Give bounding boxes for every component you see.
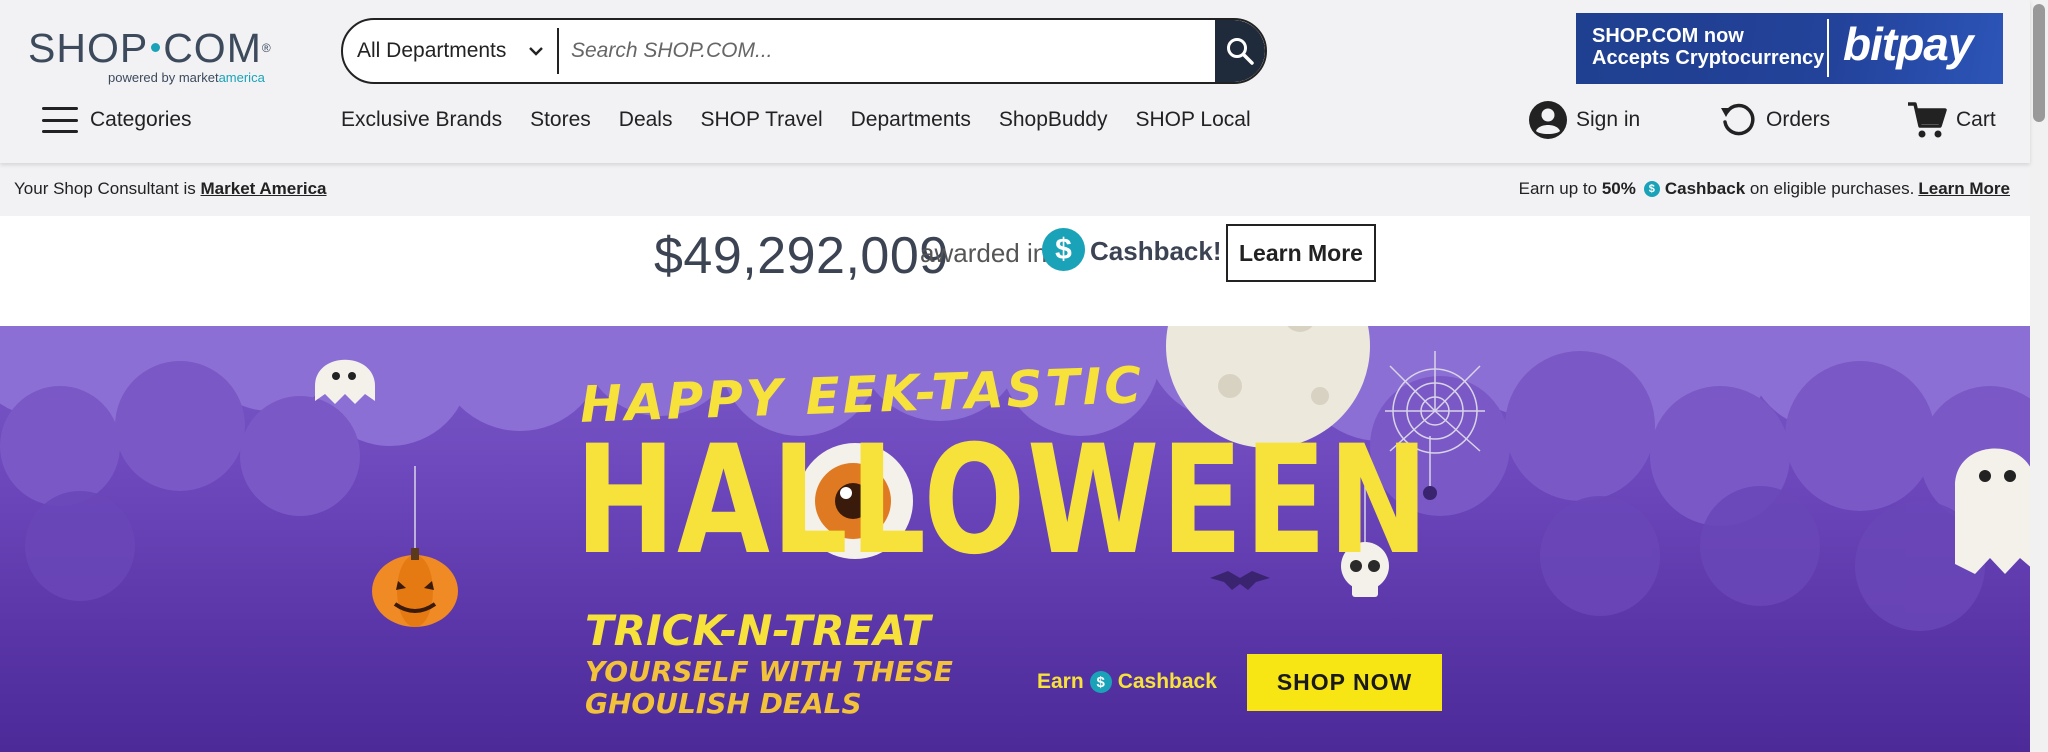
cashback-awarded-amount: $49,292,009 bbox=[654, 227, 949, 285]
cashback-dollar-icon: $ bbox=[1042, 228, 1085, 271]
chevron-down-icon bbox=[529, 47, 543, 56]
nav-link-exclusive-brands[interactable]: Exclusive Brands bbox=[341, 108, 502, 132]
banner-subtitle-line-1: YOURSELF WITH THESE bbox=[585, 655, 953, 688]
ad-separator bbox=[1827, 19, 1829, 77]
nav-link-shop-travel[interactable]: SHOP Travel bbox=[700, 108, 822, 132]
consultant-info-bar: Your Shop Consultant is Market America E… bbox=[0, 163, 2030, 216]
ad-line-2: Accepts Cryptocurrency bbox=[1592, 47, 1825, 69]
banner-subtitle-line-2: GHOULISH DEALS bbox=[585, 687, 862, 720]
learn-more-button[interactable]: Learn More bbox=[1226, 224, 1376, 282]
cart-label: Cart bbox=[1956, 108, 1996, 131]
nav-link-stores[interactable]: Stores bbox=[530, 108, 591, 132]
account-icon bbox=[1529, 101, 1567, 139]
history-icon bbox=[1721, 103, 1755, 136]
logo-dot bbox=[151, 42, 161, 52]
logo-brand-left: SHOP bbox=[28, 25, 149, 71]
logo-tagline: powered by marketamerica bbox=[108, 70, 265, 85]
main-nav: Exclusive Brands Stores Deals SHOP Trave… bbox=[341, 96, 1279, 144]
scrollbar-thumb[interactable] bbox=[2033, 4, 2045, 122]
site-header: SHOP COM® powered by marketamerica All De… bbox=[0, 0, 2030, 163]
banner-halloween-title: HALLOWEEN bbox=[575, 414, 1431, 588]
shop-consultant-text: Your Shop Consultant is Market America bbox=[14, 179, 327, 198]
search-bar: All Departments bbox=[341, 18, 1267, 84]
consultant-link[interactable]: Market America bbox=[201, 179, 327, 198]
cashback-learn-more-link[interactable]: Learn More bbox=[1918, 179, 2010, 199]
banner-subtitle: YOURSELF WITH THESE GHOULISH DEALS bbox=[585, 656, 953, 720]
cashback-promo-text: Earn up to 50% $ Cashback on eligible pu… bbox=[1518, 179, 2010, 199]
hamburger-menu-icon bbox=[42, 107, 78, 133]
ad-line-1: SHOP.COM now bbox=[1592, 25, 1744, 47]
nav-link-departments[interactable]: Departments bbox=[851, 108, 971, 132]
search-input[interactable] bbox=[571, 20, 1011, 82]
awarded-in-text: awarded in bbox=[920, 238, 1048, 268]
logo-brand-right: COM bbox=[163, 25, 262, 71]
cashback-word: Cashback! bbox=[1090, 236, 1222, 266]
halloween-hero-banner[interactable]: HAPPY EEK-TASTIC HALLOWEEN TRICK-N-TREAT… bbox=[0, 326, 2030, 752]
search-divider bbox=[557, 28, 559, 74]
cart-icon bbox=[1908, 102, 1947, 138]
sign-in-link[interactable]: Sign in bbox=[1528, 98, 1640, 142]
banner-earn-cashback: Earn $ Cashback bbox=[1037, 670, 1217, 693]
nav-link-shop-local[interactable]: SHOP Local bbox=[1135, 108, 1250, 132]
categories-menu-button[interactable]: Categories bbox=[42, 96, 192, 144]
banner-trick-n-treat: TRICK-N-TREAT bbox=[585, 606, 931, 655]
search-icon bbox=[1227, 38, 1254, 65]
logo-reg: ® bbox=[261, 41, 272, 55]
bitpay-ad-banner[interactable]: SHOP.COM now Accepts Cryptocurrency bitp… bbox=[1576, 13, 2003, 84]
cashback-awarded-strip: $49,292,009 awarded in $ Cashback! Learn… bbox=[0, 216, 2030, 326]
nav-link-deals[interactable]: Deals bbox=[619, 108, 673, 132]
cashback-dollar-icon: $ bbox=[1089, 671, 1112, 693]
sign-in-label: Sign in bbox=[1576, 108, 1641, 131]
bitpay-logo: bitpay bbox=[1843, 18, 1973, 70]
orders-label: Orders bbox=[1766, 108, 1831, 131]
categories-label: Categories bbox=[90, 108, 192, 131]
search-button[interactable] bbox=[1215, 20, 1265, 82]
nav-link-shopbuddy[interactable]: ShopBuddy bbox=[999, 108, 1108, 132]
page-scrollbar[interactable] bbox=[2030, 0, 2048, 752]
shop-now-button[interactable]: SHOP NOW bbox=[1247, 654, 1442, 711]
cashback-dollar-icon: $ bbox=[1643, 181, 1660, 197]
cart-link[interactable]: Cart bbox=[1906, 98, 1996, 142]
orders-link[interactable]: Orders bbox=[1718, 98, 1830, 142]
shop-com-logo[interactable]: SHOP COM® powered by marketamerica bbox=[28, 26, 278, 88]
department-select-value: All Departments bbox=[357, 39, 507, 62]
department-select[interactable]: All Departments bbox=[343, 20, 557, 82]
